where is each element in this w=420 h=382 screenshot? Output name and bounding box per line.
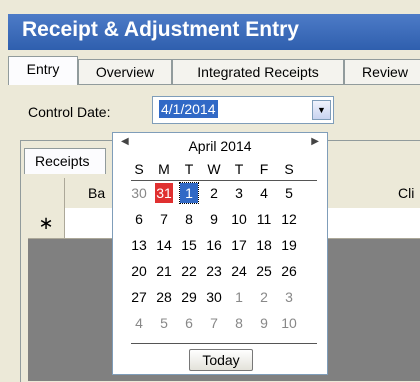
calendar-divider (131, 180, 317, 181)
grid-header-ba[interactable]: Ba (88, 178, 105, 208)
weekday-header: M (158, 161, 170, 177)
tab-integrated-receipts[interactable]: Integrated Receipts (172, 59, 344, 84)
calendar-day[interactable]: 4 (130, 313, 148, 333)
calendar-day[interactable]: 12 (280, 209, 298, 229)
calendar-dropdown[interactable]: ◀ April 2014 ▶ S M T W T F S 30 31 1 2 3 4 5 6 7… (112, 132, 328, 375)
weekday-header: S (134, 161, 144, 177)
calendar-divider (131, 343, 317, 344)
weekday-header: S (284, 161, 294, 177)
calendar-day[interactable]: 6 (180, 313, 198, 333)
weekday-header: F (259, 161, 269, 177)
calendar-day[interactable]: 3 (280, 287, 298, 307)
tab-entry[interactable]: Entry (8, 56, 78, 85)
calendar-day[interactable]: 13 (130, 235, 148, 255)
tab-overview[interactable]: Overview (78, 59, 172, 84)
calendar-day[interactable]: 18 (255, 235, 273, 255)
calendar-day[interactable]: 2 (255, 287, 273, 307)
calendar-day[interactable]: 7 (205, 313, 223, 333)
grid-header-cli[interactable]: Cli (398, 178, 414, 208)
subtab-receipts[interactable]: Receipts (24, 148, 106, 174)
calendar-day[interactable]: 27 (130, 287, 148, 307)
tab-review[interactable]: Review (344, 59, 420, 84)
calendar-day[interactable]: 11 (255, 209, 273, 229)
calendar-day[interactable]: 1 (179, 182, 199, 204)
weekday-header: W (207, 161, 221, 177)
calendar-day[interactable]: 4 (255, 183, 273, 203)
calendar-day[interactable]: 30 (205, 287, 223, 307)
calendar-day[interactable]: 31 (155, 183, 173, 203)
calendar-day[interactable]: 9 (205, 209, 223, 229)
calendar-day[interactable]: 8 (180, 209, 198, 229)
calendar-day[interactable]: 30 (130, 183, 148, 203)
calendar-day[interactable]: 10 (230, 209, 248, 229)
window-title: Receipt & Adjustment Entry (22, 18, 299, 41)
calendar-day[interactable]: 21 (155, 261, 173, 281)
calendar-day[interactable]: 16 (205, 235, 223, 255)
calendar-day[interactable]: 17 (230, 235, 248, 255)
calendar-day[interactable]: 23 (205, 261, 223, 281)
calendar-day[interactable]: 1 (230, 287, 248, 307)
calendar-day[interactable]: 7 (155, 209, 173, 229)
calendar-day[interactable]: 3 (230, 183, 248, 203)
calendar-day[interactable]: 2 (205, 183, 223, 203)
calendar-month-label[interactable]: April 2014 (113, 138, 327, 154)
grid-corner-cell (28, 178, 65, 208)
control-date-picker[interactable]: 4/1/2014 ▼ (152, 96, 334, 124)
calendar-day[interactable]: 14 (155, 235, 173, 255)
title-bar: Receipt & Adjustment Entry (8, 14, 420, 50)
calendar-day[interactable]: 5 (155, 313, 173, 333)
calendar-day[interactable]: 24 (230, 261, 248, 281)
calendar-day[interactable]: 9 (255, 313, 273, 333)
calendar-day[interactable]: 22 (180, 261, 198, 281)
calendar-day[interactable]: 8 (230, 313, 248, 333)
today-button[interactable]: Today (189, 349, 253, 371)
tab-strip: Entry Overview Integrated Receipts Revie… (8, 56, 420, 85)
calendar-day[interactable]: 29 (180, 287, 198, 307)
control-date-value[interactable]: 4/1/2014 (159, 100, 218, 118)
control-date-label: Control Date: (28, 104, 111, 120)
calendar-header: ◀ April 2014 ▶ (113, 133, 327, 155)
calendar-day[interactable]: 20 (130, 261, 148, 281)
calendar-day[interactable]: 19 (280, 235, 298, 255)
calendar-day[interactable]: 10 (280, 313, 298, 333)
calendar-day[interactable]: 5 (280, 183, 298, 203)
calendar-day[interactable]: 15 (180, 235, 198, 255)
calendar-day[interactable]: 26 (280, 261, 298, 281)
weekday-header: T (184, 161, 194, 177)
next-month-icon[interactable]: ▶ (311, 136, 319, 147)
calendar-day[interactable]: 6 (130, 209, 148, 229)
calendar-day[interactable]: 25 (255, 261, 273, 281)
dropdown-arrow-icon[interactable]: ▼ (312, 100, 331, 120)
weekday-header: T (234, 161, 244, 177)
new-row-marker-icon: ∗ (28, 208, 65, 238)
calendar-day[interactable]: 28 (155, 287, 173, 307)
